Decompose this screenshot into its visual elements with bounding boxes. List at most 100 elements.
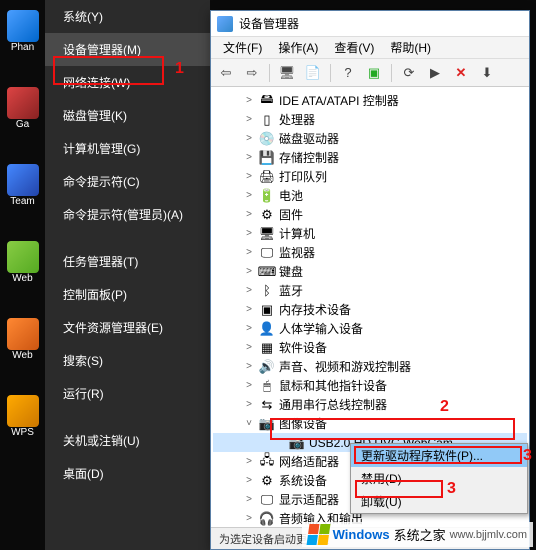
desktop-icon[interactable]: Web — [3, 318, 43, 373]
update-driver-icon[interactable]: ⟳ — [398, 62, 420, 84]
device-category-icon: 🖵 — [259, 492, 275, 508]
ctx-disable[interactable]: 禁用(D) — [351, 467, 527, 490]
expand-toggle-icon[interactable]: > — [243, 152, 255, 163]
tree-node-label: 处理器 — [279, 111, 315, 128]
tree-node-label: 键盘 — [279, 263, 303, 280]
enable-icon[interactable]: ▶ — [424, 62, 446, 84]
tree-node-label: 系统设备 — [279, 472, 327, 489]
expand-toggle-icon[interactable]: > — [243, 228, 255, 239]
tree-node[interactable]: > ⚙固件 — [213, 205, 527, 224]
expand-toggle-icon[interactable]: > — [243, 342, 255, 353]
titlebar[interactable]: 设备管理器 — [211, 11, 529, 37]
tree-node[interactable]: > 🖴IDE ATA/ATAPI 控制器 — [213, 91, 527, 110]
ctx-uninstall[interactable]: 卸载(U) — [351, 490, 527, 513]
expand-toggle-icon[interactable]: > — [243, 190, 255, 201]
tree-node[interactable]: > ▣内存技术设备 — [213, 300, 527, 319]
expand-toggle-icon[interactable]: > — [243, 114, 255, 125]
tree-node-label: 电池 — [279, 187, 303, 204]
device-category-icon: 🖥 — [259, 226, 275, 242]
expand-toggle-icon[interactable]: > — [243, 361, 255, 372]
tree-node-label: 图像设备 — [279, 415, 327, 432]
ctx-update-driver[interactable]: 更新驱动程序软件(P)... — [351, 444, 527, 467]
menu-action[interactable]: 操作(A) — [270, 37, 326, 58]
expand-toggle-icon[interactable]: > — [243, 475, 255, 486]
device-category-icon: 🖵 — [259, 245, 275, 261]
tree-node-label: 磁盘驱动器 — [279, 130, 339, 147]
device-category-icon: ▣ — [259, 302, 275, 318]
tree-node[interactable]: > ▯处理器 — [213, 110, 527, 129]
expand-toggle-icon[interactable]: ˅ — [243, 418, 255, 429]
menu-network-connections[interactable]: 网络连接(W) — [45, 66, 210, 99]
menubar: 文件(F) 操作(A) 查看(V) 帮助(H) — [211, 37, 529, 59]
expand-toggle-icon[interactable]: > — [243, 247, 255, 258]
expand-toggle-icon[interactable]: > — [243, 209, 255, 220]
tree-node[interactable]: > ▦软件设备 — [213, 338, 527, 357]
scan-hardware-icon[interactable]: ▣ — [363, 62, 385, 84]
tree-node[interactable]: > 💾存储控制器 — [213, 148, 527, 167]
expand-toggle-icon[interactable]: > — [243, 380, 255, 391]
properties-icon[interactable]: 📄 — [302, 62, 324, 84]
tree-node[interactable]: > 🖵监视器 — [213, 243, 527, 262]
tree-node-label: 声音、视频和游戏控制器 — [279, 358, 411, 375]
back-icon[interactable]: ⇦ — [215, 62, 237, 84]
tree-node[interactable]: > 🖨打印队列 — [213, 167, 527, 186]
expand-toggle-icon[interactable]: > — [243, 285, 255, 296]
tree-node-label: 蓝牙 — [279, 282, 303, 299]
disable-icon[interactable]: ⬇ — [476, 62, 498, 84]
tree-node[interactable]: > ᛒ蓝牙 — [213, 281, 527, 300]
tree-node-label: 软件设备 — [279, 339, 327, 356]
tree-node[interactable]: > ⇆通用串行总线控制器 — [213, 395, 527, 414]
desktop-icon[interactable]: Web — [3, 241, 43, 296]
device-category-icon: 📷 — [289, 435, 305, 451]
tree-node[interactable]: > 🔋电池 — [213, 186, 527, 205]
uninstall-icon[interactable]: ✕ — [450, 62, 472, 84]
show-hidden-icon[interactable]: 🖥 — [276, 62, 298, 84]
expand-toggle-icon[interactable]: > — [243, 171, 255, 182]
menu-device-manager[interactable]: 设备管理器(M) — [45, 33, 210, 66]
device-category-icon: 🖧 — [259, 454, 275, 470]
expand-toggle-icon[interactable]: > — [243, 456, 255, 467]
toolbar: ⇦ ⇨ 🖥 📄 ? ▣ ⟳ ▶ ✕ ⬇ — [211, 59, 529, 87]
menu-file[interactable]: 文件(F) — [215, 37, 270, 58]
menu-system[interactable]: 系统(Y) — [45, 0, 210, 33]
desktop-icon[interactable]: Ga — [3, 87, 43, 142]
tree-node[interactable]: > 🖥计算机 — [213, 224, 527, 243]
tree-node[interactable]: > 🖱鼠标和其他指针设备 — [213, 376, 527, 395]
tree-node[interactable]: > 🔊声音、视频和游戏控制器 — [213, 357, 527, 376]
tree-node[interactable]: > 💿磁盘驱动器 — [213, 129, 527, 148]
forward-icon[interactable]: ⇨ — [241, 62, 263, 84]
device-category-icon: 💾 — [259, 150, 275, 166]
menu-desktop[interactable]: 桌面(D) — [45, 457, 210, 490]
tree-node[interactable]: > 👤人体学输入设备 — [213, 319, 527, 338]
expand-toggle-icon[interactable]: > — [243, 304, 255, 315]
menu-run[interactable]: 运行(R) — [45, 377, 210, 410]
expand-toggle-icon[interactable]: > — [243, 513, 255, 524]
desktop-icon[interactable]: WPS — [3, 395, 43, 450]
menu-cmd[interactable]: 命令提示符(C) — [45, 165, 210, 198]
expand-toggle-icon[interactable]: > — [243, 133, 255, 144]
desktop-icon[interactable]: Team — [3, 164, 43, 219]
tree-node[interactable]: > ⌨键盘 — [213, 262, 527, 281]
help-icon[interactable]: ? — [337, 62, 359, 84]
menu-computer-management[interactable]: 计算机管理(G) — [45, 132, 210, 165]
desktop-icon-label: Phan — [11, 42, 34, 53]
menu-file-explorer[interactable]: 文件资源管理器(E) — [45, 311, 210, 344]
menu-search[interactable]: 搜索(S) — [45, 344, 210, 377]
device-category-icon: ⌨ — [259, 264, 275, 280]
menu-help[interactable]: 帮助(H) — [382, 37, 439, 58]
menu-task-manager[interactable]: 任务管理器(T) — [45, 245, 210, 278]
tree-node[interactable]: ˅ 📷图像设备 — [213, 414, 527, 433]
expand-toggle-icon[interactable]: > — [243, 494, 255, 505]
menu-cmd-admin[interactable]: 命令提示符(管理员)(A) — [45, 198, 210, 231]
device-category-icon: 🖴 — [259, 93, 275, 109]
desktop-icon[interactable]: Phan — [3, 10, 43, 65]
menu-control-panel[interactable]: 控制面板(P) — [45, 278, 210, 311]
expand-toggle-icon[interactable]: > — [243, 266, 255, 277]
menu-disk-management[interactable]: 磁盘管理(K) — [45, 99, 210, 132]
menu-shutdown-signout[interactable]: 关机或注销(U) — [45, 424, 210, 457]
expand-toggle-icon[interactable]: > — [243, 399, 255, 410]
desktop-icon-label: Web — [12, 273, 32, 284]
expand-toggle-icon[interactable]: > — [243, 95, 255, 106]
expand-toggle-icon[interactable]: > — [243, 323, 255, 334]
menu-view[interactable]: 查看(V) — [326, 37, 382, 58]
